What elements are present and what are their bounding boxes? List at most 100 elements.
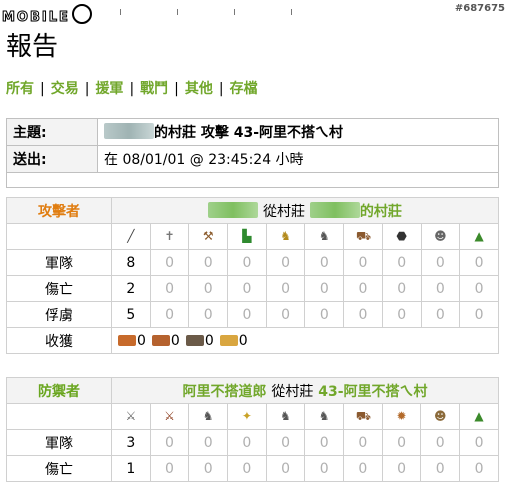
attacker-unit-count: 5 — [111, 301, 151, 328]
scout-boot-icon: ▙ — [242, 229, 252, 243]
menu-battle[interactable]: 戰鬥 — [140, 81, 168, 97]
defender-unit-header: ⚔ — [111, 403, 151, 430]
club-icon: ╱ — [127, 229, 135, 243]
attacker-unit-count: 0 — [188, 275, 229, 302]
defender-unit-count: 0 — [459, 455, 499, 482]
defender-unit-header: ✦ — [227, 403, 267, 430]
defender-table: 防禦者 阿里不搭道郎 從村莊 43-阿里不搭ㄟ村 ⚔ ⚔ ♞ ✦ ♞ ♞ ⛟ ✹ ☻ ▲ 軍隊 3 0… — [6, 377, 499, 482]
defender-headline: 阿里不搭道郎 從村莊 43-阿里不搭ㄟ村 — [111, 377, 499, 404]
attacker-unit-header: ⛟ — [343, 223, 383, 250]
praetorian-icon: ⚔ — [164, 409, 175, 423]
attacker-unit-count: 0 — [227, 301, 267, 328]
defender-unit-header: ✹ — [381, 403, 422, 430]
defender-unit-count: 0 — [343, 429, 383, 456]
menu-separator: | — [174, 81, 179, 97]
imperatoris-horse-icon: ♞ — [280, 409, 291, 423]
attacker-unit-count: 0 — [459, 301, 499, 328]
catapult-icon: ⬣ — [396, 229, 407, 243]
attacker-unit-count: 0 — [265, 275, 306, 302]
attacker-row-label: 軍隊 — [6, 249, 112, 276]
logo-sphere-icon — [71, 4, 92, 24]
menu-separator: | — [218, 81, 224, 97]
defender-role: 防禦者 — [6, 377, 112, 404]
subject-value: 的村莊 攻擊 43-阿里不搭ㄟ村 — [97, 118, 499, 146]
attacker-unit-header: ☻ — [420, 223, 461, 250]
chief-icon: ☻ — [434, 229, 447, 243]
defender-unit-count: 0 — [188, 455, 229, 482]
iron-icon — [185, 334, 204, 346]
defender-unit-count: 0 — [420, 455, 461, 482]
paladin-horse-icon: ♞ — [280, 229, 291, 243]
attacker-role: 攻擊者 — [6, 197, 112, 224]
attacker-unit-count: 0 — [227, 275, 267, 302]
attacker-unit-count: 0 — [149, 249, 190, 276]
menu-reinforcement[interactable]: 援軍 — [95, 81, 123, 97]
loot-amount: 0 — [204, 332, 214, 349]
attacker-unit-count: 0 — [265, 301, 306, 328]
defender-unit-count: 0 — [420, 429, 461, 456]
defender-unit-count: 0 — [188, 429, 229, 456]
menu-other[interactable]: 其他 — [185, 81, 213, 97]
report-filter-menu: 所有 | 交易 | 援軍 | 戰鬥 | 其他 | 存檔 — [6, 78, 258, 98]
defender-unit-count: 0 — [304, 455, 345, 482]
attacker-unit-count: 0 — [188, 301, 229, 328]
defender-unit-header: ♞ — [188, 403, 229, 430]
top-bar: MOBILE #687675 — [0, 0, 511, 26]
knight-horse-icon: ♞ — [318, 229, 330, 243]
defender-unit-count: 0 — [149, 455, 190, 482]
attacker-table: 攻擊者 從村莊 的村莊 ╱ ✝ ⚒ ▙ ♞ ♞ ⛟ ⬣ ☻ ▲ 軍隊 8 0 0 0 0 0 0 0 0 0 傷亡 2 0 0… — [6, 197, 499, 354]
attacker-unit-header: ▙ — [227, 223, 267, 250]
attacker-unit-header: ⬣ — [381, 223, 422, 250]
defender-village[interactable]: 43-阿里不搭ㄟ村 — [318, 384, 427, 400]
axe-icon: ⚒ — [202, 229, 214, 243]
attacker-unit-count: 0 — [420, 275, 461, 302]
menu-separator: | — [40, 81, 45, 97]
attacker-unit-count: 0 — [420, 301, 461, 328]
settler-icon: ▲ — [474, 409, 484, 423]
sent-value: 在 08/01/01 @ 23:45:24 小時 — [97, 145, 499, 173]
post-id: #687675 — [454, 3, 505, 14]
page-title: 報告 — [6, 32, 59, 62]
menu-separator: | — [129, 81, 135, 97]
blurred-attacker-village — [309, 201, 360, 218]
attacker-unit-count: 0 — [188, 249, 229, 276]
attacker-unit-header: ♞ — [304, 223, 345, 250]
defender-unit-header: ♞ — [304, 403, 345, 430]
defender-unit-count: 0 — [227, 429, 267, 456]
attacker-unit-header: ╱ — [111, 223, 151, 250]
defender-unit-header: ♞ — [265, 403, 306, 430]
defender-unit-count: 0 — [381, 429, 422, 456]
subject-label: 主題: — [6, 118, 98, 146]
attacker-unit-header: ▲ — [459, 223, 499, 250]
legionnaire-icon: ⚔ — [125, 409, 137, 423]
defender-unit-count: 0 — [343, 455, 383, 482]
lumber-icon — [118, 334, 136, 346]
top-divider — [120, 0, 360, 15]
defender-unit-header: ⚔ — [149, 403, 190, 430]
defender-unit-count: 0 — [227, 455, 267, 482]
defender-unit-header: ▲ — [459, 403, 499, 430]
attacker-unit-count: 0 — [304, 301, 345, 328]
spear-icon: ✝ — [164, 229, 175, 243]
site-logo[interactable]: MOBILE — [2, 4, 92, 26]
defender-player[interactable]: 阿里不搭道郎 — [182, 384, 266, 400]
attacker-row-label: 傷亡 — [6, 275, 112, 302]
loot-amount: 0 — [137, 332, 146, 349]
attacker-unit-count: 0 — [304, 275, 345, 302]
attacker-unit-count: 0 — [343, 301, 383, 328]
attacker-unit-count: 0 — [420, 249, 461, 276]
attacker-unit-count: 0 — [304, 249, 345, 276]
defender-unit-header: ☻ — [420, 403, 461, 430]
attacker-unit-count: 0 — [149, 275, 190, 302]
menu-trade[interactable]: 交易 — [51, 81, 79, 97]
menu-separator: | — [84, 81, 90, 97]
menu-archive[interactable]: 存檔 — [230, 81, 258, 97]
defender-unit-count: 0 — [459, 429, 499, 456]
attacker-unit-header: ♞ — [265, 223, 306, 250]
menu-all[interactable]: 所有 — [6, 81, 34, 97]
defender-unit-count: 1 — [111, 455, 151, 482]
attacker-unit-count: 0 — [381, 301, 422, 328]
blurred-attacker-name — [208, 201, 259, 218]
loot-label: 收獲 — [6, 327, 112, 354]
attacker-unit-header: ✝ — [149, 223, 190, 250]
